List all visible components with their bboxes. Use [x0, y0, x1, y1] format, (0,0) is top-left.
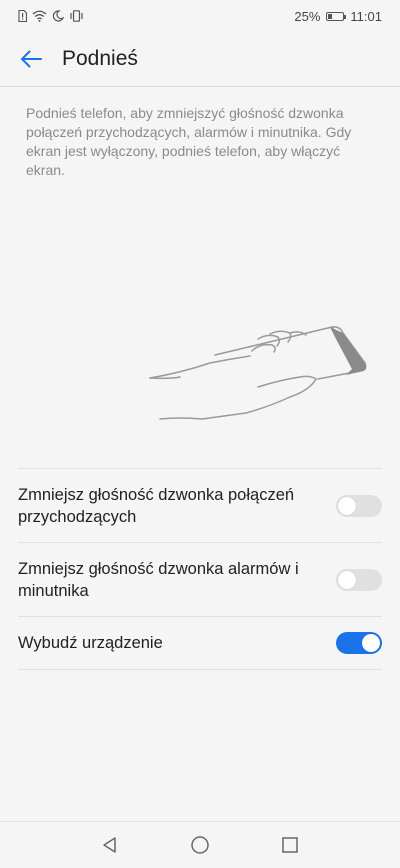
system-nav-bar — [0, 821, 400, 868]
battery-level-fill — [328, 13, 333, 19]
status-icons — [18, 10, 84, 22]
vibrate-icon — [70, 10, 83, 22]
incoming-calls-toggle[interactable] — [336, 494, 382, 517]
setting-row-wake-device[interactable]: Wybudź urządzenie — [18, 616, 382, 670]
setting-row-incoming-calls[interactable]: Zmniejsz głośność dzwonka połączeń przyc… — [18, 468, 382, 542]
settings-list: Zmniejsz głośność dzwonka połączeń przyc… — [18, 468, 382, 670]
recents-square-icon — [282, 837, 298, 853]
toggle-knob — [338, 570, 356, 589]
wake-device-toggle[interactable] — [336, 632, 382, 654]
clock: 11:01 — [350, 8, 382, 24]
toggle-knob — [338, 496, 356, 515]
home-circle-icon — [191, 836, 209, 854]
battery-icon — [326, 11, 347, 21]
app-bar: Podnieś — [0, 32, 400, 87]
battery-percent: 25% — [294, 8, 321, 24]
arrow-left-icon — [21, 50, 42, 68]
moon-icon — [52, 10, 64, 22]
status-right: 25% 11:01 — [294, 9, 382, 24]
alarms-timer-toggle[interactable] — [336, 568, 382, 591]
toggle-knob — [362, 634, 380, 652]
nav-recents-button[interactable] — [278, 833, 302, 857]
sim-icon — [18, 10, 27, 22]
nav-back-button[interactable] — [98, 833, 122, 857]
back-button[interactable] — [16, 44, 46, 74]
page-title: Podnieś — [62, 47, 138, 70]
hand-lifting-phone-illustration — [149, 326, 367, 420]
setting-label: Wybudź urządzenie — [18, 634, 163, 652]
back-triangle-icon — [103, 837, 116, 853]
setting-label: Zmniejsz głośność dzwonka alarmów i minu… — [18, 559, 299, 600]
setting-row-alarms-timer[interactable]: Zmniejsz głośność dzwonka alarmów i minu… — [18, 542, 382, 616]
setting-label: Zmniejsz głośność dzwonka połączeń przyc… — [18, 485, 295, 526]
wifi-icon — [32, 10, 47, 22]
status-bar: 25% 11:01 — [0, 0, 400, 32]
nav-home-button[interactable] — [188, 833, 212, 857]
feature-description: Podnieś telefon, aby zmniejszyć głośność… — [26, 105, 352, 178]
